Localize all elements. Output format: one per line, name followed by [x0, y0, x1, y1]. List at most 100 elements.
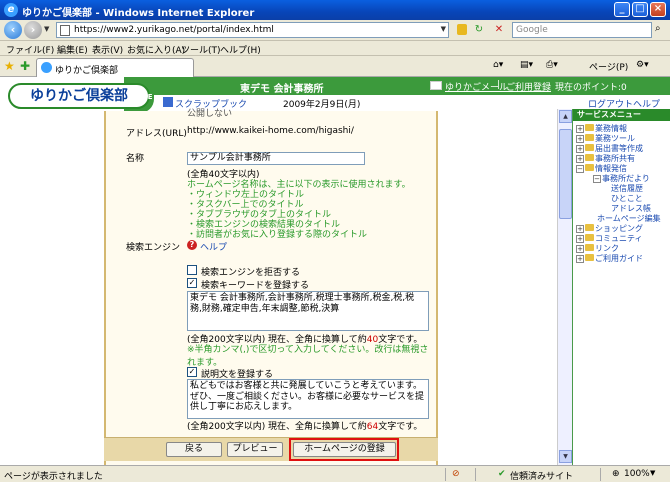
- print-icon[interactable]: ⎙▾: [546, 60, 558, 70]
- search-placeholder: Google: [516, 25, 548, 35]
- refresh-icon[interactable]: ↻: [472, 23, 486, 37]
- keywords-textarea[interactable]: 東デモ 会計事務所,会計事務所,税理士事務所,税金,税,税務,財務,確定申告,年…: [187, 291, 429, 331]
- tab-yurikago[interactable]: ゆりかご倶楽部: [36, 58, 194, 77]
- scrapbook-icon[interactable]: [163, 97, 173, 107]
- scroll-down-icon[interactable]: ▼: [559, 450, 572, 463]
- ie-icon: e: [4, 3, 18, 17]
- service-menu-header: サービスメニュー: [573, 109, 670, 121]
- keywords-note: ※半角カンマ(,)で区切って入力してください。改行は無視されます。: [187, 345, 429, 368]
- scroll-up-icon[interactable]: ▲: [559, 110, 572, 123]
- page-menu[interactable]: ページ(P): [589, 60, 628, 73]
- forward-nav-icon[interactable]: ›: [24, 21, 42, 39]
- desc-count: (全角200文字以内) 現在、全角に換算して約64文字です。: [187, 422, 423, 432]
- status-text: ページが表示されました: [4, 472, 103, 482]
- usage-link[interactable]: ご利用登録: [506, 80, 551, 93]
- page-scrollbar[interactable]: ▲ ▼: [557, 109, 572, 465]
- folder-icon: [585, 224, 594, 231]
- search-input[interactable]: Google: [512, 22, 652, 38]
- current-date: 2009年2月9日(月): [283, 100, 361, 110]
- sidebar-item-guide[interactable]: + ご利用ガイド: [576, 253, 643, 264]
- expand-icon[interactable]: +: [576, 235, 584, 243]
- mail-icon[interactable]: [430, 81, 442, 90]
- address-toolbar: ‹ › ▼ https://www2.yurikago.net/portal/i…: [0, 20, 670, 41]
- expand-icon[interactable]: +: [576, 125, 584, 133]
- favorites-star-icon[interactable]: ★: [4, 59, 15, 73]
- search-engine-help-link[interactable]: ヘルプ: [200, 240, 227, 253]
- tools-gear-icon[interactable]: ⚙▾: [636, 60, 649, 70]
- scroll-thumb[interactable]: [559, 129, 572, 219]
- close-button[interactable]: ×: [650, 2, 666, 17]
- status-divider: [600, 468, 601, 481]
- collapse-icon[interactable]: −: [576, 165, 584, 173]
- menu-help[interactable]: ヘルプ(H): [220, 43, 261, 56]
- expand-icon[interactable]: +: [576, 255, 584, 263]
- feeds-icon[interactable]: ▤▾: [520, 60, 533, 70]
- highlight-frame: [289, 438, 399, 461]
- lock-icon[interactable]: [457, 24, 467, 35]
- menu-favorites[interactable]: お気に入り(A): [127, 43, 185, 56]
- site-title: 東デモ 会計事務所: [240, 84, 324, 95]
- name-label: 名称: [126, 154, 145, 164]
- status-divider: [475, 468, 476, 481]
- expand-icon[interactable]: +: [576, 225, 584, 233]
- link-separator: |: [497, 80, 501, 90]
- zoom-level[interactable]: 100%: [624, 469, 650, 479]
- home-icon[interactable]: ⌂▾: [493, 60, 503, 70]
- search-engine-label: 検索エンジン: [126, 243, 181, 253]
- service-menu-sidebar: サービスメニュー + 業務情報 + 業務ツール + 届出書等作成 + 事務所共有 − 情報…: [572, 109, 670, 465]
- cut-off-option: 公開しない: [187, 109, 233, 119]
- url-text: https://www2.yurikago.net/portal/index.h…: [74, 25, 274, 35]
- page-icon: [60, 25, 70, 36]
- folder-icon: [585, 124, 594, 131]
- menu-view[interactable]: 表示(V): [92, 43, 123, 56]
- zoom-icon[interactable]: ⊕: [612, 469, 620, 479]
- url-dropdown-icon[interactable]: ▼: [441, 25, 446, 33]
- expand-icon[interactable]: +: [576, 135, 584, 143]
- stop-icon[interactable]: ✕: [492, 23, 506, 37]
- trusted-zone-icon: ✔: [498, 469, 506, 479]
- back-button[interactable]: 戻る: [166, 442, 222, 457]
- register-desc-checkbox[interactable]: ✓: [187, 367, 197, 377]
- expand-icon[interactable]: +: [576, 145, 584, 153]
- folder-icon: [585, 134, 594, 141]
- folder-icon: [585, 254, 594, 261]
- home-label[interactable]: HOME: [129, 93, 153, 101]
- refuse-search-checkbox[interactable]: [187, 265, 197, 275]
- homepage-form: 公開しない アドレス(URL) http://www.kaikei-home.c…: [104, 109, 438, 465]
- menu-edit[interactable]: 編集(E): [57, 43, 88, 56]
- menu-tools[interactable]: ツール(T): [181, 43, 221, 56]
- preview-button[interactable]: プレビュー: [227, 442, 283, 457]
- folder-open-icon: [585, 164, 594, 171]
- status-divider: [445, 468, 446, 481]
- menu-bar: ファイル(F) 編集(E) 表示(V) お気に入り(A) ツール(T) ヘルプ(…: [0, 41, 670, 56]
- register-keywords-label: 検索キーワードを登録する: [201, 281, 310, 291]
- register-keywords-checkbox[interactable]: ✓: [187, 278, 197, 288]
- maximize-button[interactable]: □: [632, 2, 648, 17]
- expand-icon[interactable]: +: [576, 155, 584, 163]
- zoom-dropdown-icon[interactable]: ▼: [650, 469, 655, 477]
- description-textarea[interactable]: 私どもではお客様と共に発展していこうと考えています。ぜひ、一度ご相談ください。お…: [187, 379, 429, 419]
- search-icon[interactable]: ⌕: [655, 23, 668, 36]
- menu-file[interactable]: ファイル(F): [6, 43, 54, 56]
- minimize-button[interactable]: _: [614, 2, 630, 17]
- back-nav-icon[interactable]: ‹: [4, 21, 22, 39]
- security-status-icon[interactable]: ⊘: [452, 469, 460, 479]
- folder-icon: [585, 234, 594, 241]
- zone-label[interactable]: 信頼済みサイト: [510, 469, 573, 482]
- page-content: ゆりかご倶楽部 HOME 東デモ 会計事務所 ゆりかごメール | ご利用登録 現…: [0, 77, 670, 465]
- name-input[interactable]: サンプル会計事務所: [187, 152, 365, 165]
- refuse-search-label: 検索エンジンを拒否する: [201, 268, 301, 278]
- help-question-icon[interactable]: ?: [187, 240, 197, 250]
- collapse-icon[interactable]: −: [593, 175, 601, 183]
- add-favorites-icon[interactable]: ✚: [20, 59, 30, 73]
- folder-icon: [585, 144, 594, 151]
- points-display: 現在のポイント:0: [555, 83, 627, 93]
- folder-icon: [585, 154, 594, 161]
- history-dropdown-icon[interactable]: ▼: [44, 25, 49, 33]
- folder-icon: [585, 244, 594, 251]
- window-title: ゆりかご倶楽部 - Windows Internet Explorer: [22, 8, 255, 19]
- window-titlebar: e ゆりかご倶楽部 - Windows Internet Explorer _ …: [0, 0, 670, 20]
- address-value: http://www.kaikei-home.com/higashi/: [187, 126, 354, 136]
- expand-icon[interactable]: +: [576, 245, 584, 253]
- url-input[interactable]: https://www2.yurikago.net/portal/index.h…: [56, 22, 449, 38]
